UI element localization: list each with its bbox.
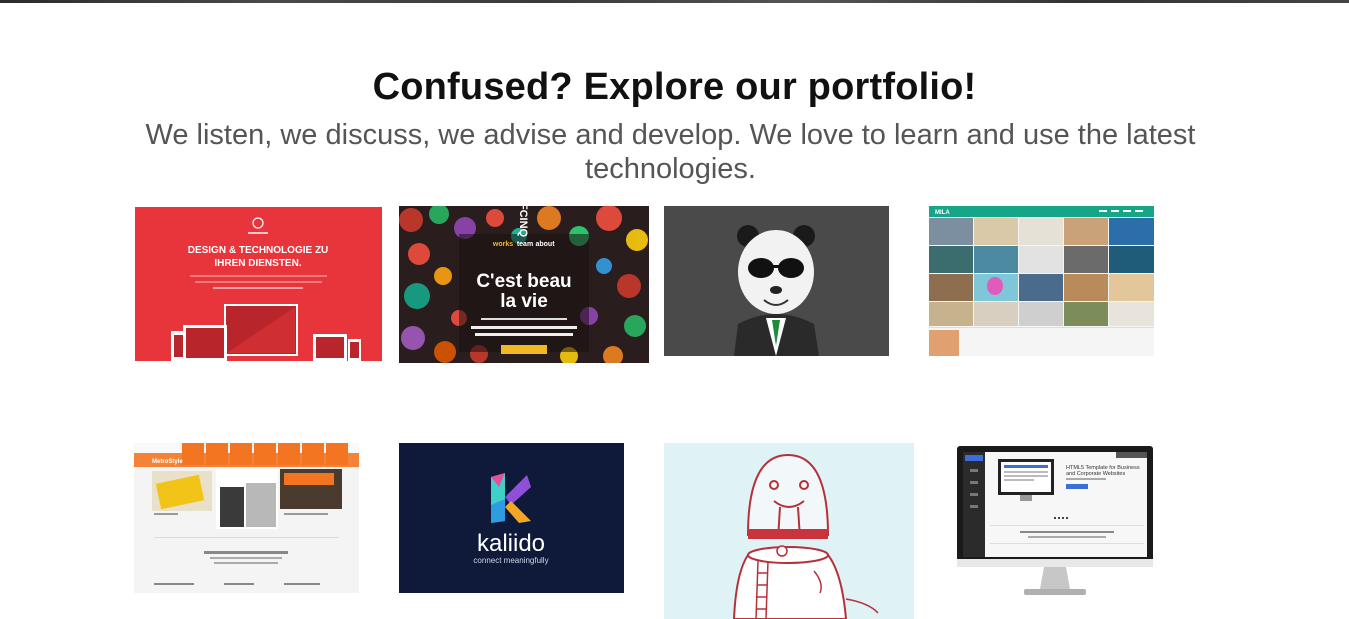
site-logo: FCINQ bbox=[517, 206, 529, 238]
portfolio-item-kaliido[interactable]: kaliido connect meaningfully bbox=[399, 443, 624, 593]
portfolio-thumbnail: HTML5 Template for Business and Corporat… bbox=[954, 443, 1156, 599]
site-logo: MetroStyle bbox=[152, 459, 183, 465]
section-subtitle: We listen, we discuss, we advise and dev… bbox=[145, 119, 1196, 185]
tile-tagline: connect meaningfully bbox=[473, 556, 548, 565]
tile-title-2: IHREN DIENSTEN. bbox=[214, 258, 301, 269]
portfolio-thumbnail bbox=[664, 206, 889, 356]
nav-works: works bbox=[492, 241, 513, 248]
portfolio-thumbnail: MILA bbox=[929, 206, 1154, 356]
tile-headline: C'est beau bbox=[476, 271, 571, 292]
portfolio-item-metrostyle[interactable]: MetroStyle bbox=[134, 443, 359, 593]
portfolio-thumbnail: kaliido connect meaningfully bbox=[399, 443, 624, 593]
portfolio-item-panda[interactable] bbox=[664, 206, 889, 356]
nav-about: about bbox=[535, 241, 555, 248]
portfolio-item-business-template[interactable]: HTML5 Template for Business and Corporat… bbox=[954, 443, 1156, 599]
tile-title: DESIGN & TECHNOLOGIE ZU bbox=[188, 245, 329, 256]
header-image-strip bbox=[0, 0, 1349, 3]
tile-title-2: and Corporate Websites bbox=[1066, 471, 1125, 477]
portfolio-thumbnail bbox=[664, 443, 914, 619]
portfolio-item-walrus[interactable] bbox=[664, 443, 914, 619]
portfolio-item-fcinq[interactable]: FCINQ works team about C'est beau la vie bbox=[399, 206, 649, 363]
tile-headline-2: la vie bbox=[500, 291, 548, 312]
portfolio-thumbnail: DESIGN & TECHNOLOGIE ZU IHREN DIENSTEN. bbox=[135, 207, 382, 361]
portfolio-item-mila[interactable]: MILA bbox=[929, 206, 1154, 356]
section-heading: Confused? Explore our portfolio! bbox=[372, 66, 977, 108]
tile-brand: kaliido bbox=[477, 530, 545, 557]
nav-team: team bbox=[517, 241, 533, 248]
site-logo: MILA bbox=[935, 210, 950, 216]
portfolio-thumbnail: MetroStyle bbox=[134, 443, 359, 593]
portfolio-thumbnail: FCINQ works team about C'est beau la vie bbox=[399, 206, 649, 363]
portfolio-item-design-technologie[interactable]: DESIGN & TECHNOLOGIE ZU IHREN DIENSTEN. bbox=[135, 207, 382, 361]
